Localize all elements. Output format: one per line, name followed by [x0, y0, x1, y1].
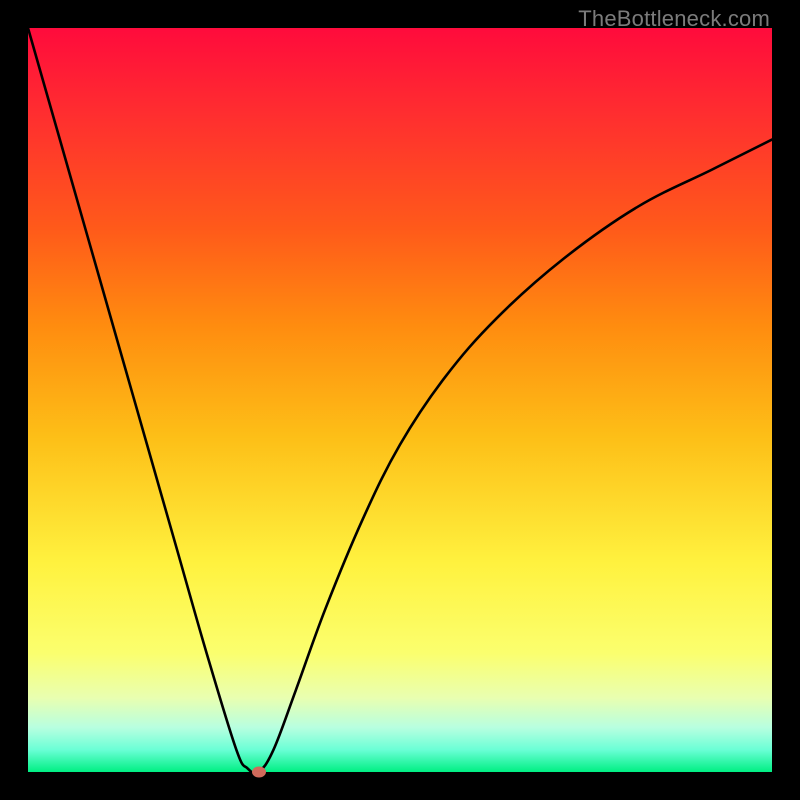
chart-curve: [28, 28, 772, 772]
marker-dot: [252, 767, 266, 778]
chart-frame: TheBottleneck.com: [0, 0, 800, 800]
curve-svg: [28, 28, 772, 772]
plot-area: [28, 28, 772, 772]
